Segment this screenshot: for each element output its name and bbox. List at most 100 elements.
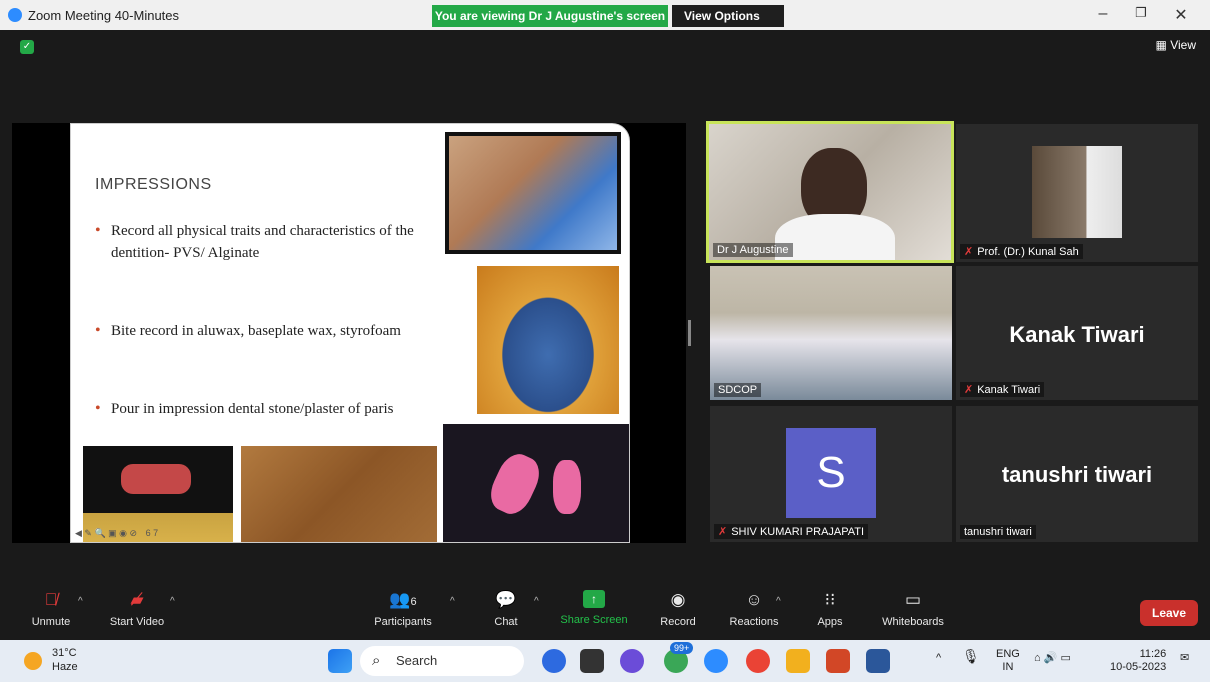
participant-name-tag: ✗ SHIV KUMARI PRAJAPATI (714, 524, 869, 539)
show-hidden-icons-chevron[interactable]: ^ (936, 652, 941, 665)
reactions-label: Reactions (729, 616, 779, 628)
grid-view-icon: ▦ (1155, 38, 1167, 52)
meeting-area: ✓ ▦ View IMPRESSIONS Record all physical… (0, 30, 1210, 598)
title-bar: Zoom Meeting 40-Minutes You are viewing … (0, 0, 1210, 45)
slide-tools-icon[interactable]: ◀ ✎ 🔍 ▣ ◉ ⊘ (75, 528, 137, 538)
participant-name: tanushri tiwari (960, 525, 1036, 539)
impression-tray-photo (477, 266, 619, 414)
minimize-icon[interactable]: – (1088, 5, 1118, 23)
word-icon[interactable] (866, 649, 890, 673)
task-view-icon[interactable] (580, 649, 604, 673)
participants-icon: 👥6 (389, 590, 417, 609)
security-shield-icon[interactable]: ✓ (20, 40, 34, 54)
participant-name-tag: ✗ Kanak Tiwari (960, 382, 1045, 397)
network-volume-battery-icons[interactable]: ⌂ 🔊 ▭ (1034, 652, 1071, 665)
muted-mic-icon: ✗ (964, 384, 974, 396)
whiteboard-icon: ▭ (904, 590, 922, 609)
search-placeholder: Search (396, 653, 438, 668)
participant-display-name: tanushri tiwari (1001, 462, 1153, 487)
chat-label: Chat (494, 616, 518, 628)
apps-label: Apps (817, 616, 843, 628)
participant-display-name: Kanak Tiwari (1009, 322, 1145, 347)
view-options-label: View Options (684, 9, 760, 23)
viewing-banner: You are viewing Dr J Augustine's screen (432, 5, 668, 27)
weather-widget[interactable]: 31°C Haze (52, 646, 78, 674)
record-icon: ◉ (670, 590, 686, 609)
slide-title: IMPRESSIONS (95, 176, 212, 193)
slide-bullet: Bite record in aluwax, baseplate wax, st… (95, 320, 415, 342)
weather-sun-icon[interactable] (24, 652, 42, 670)
unmute-label: Unmute (31, 616, 71, 628)
start-video-button[interactable]: ▰̸ Start Video (104, 590, 170, 628)
bing-icon[interactable] (542, 649, 566, 673)
windows-taskbar: 31°C Haze ⌕ Search 99+ ^ 🎙 ENG IN ⌂ 🔊 ▭ … (0, 640, 1210, 682)
slide-bullet: Record all physical traits and character… (95, 220, 415, 264)
view-button[interactable]: ▦ View (1156, 38, 1196, 52)
share-screen-button[interactable]: ↑ Share Screen (558, 590, 630, 626)
muted-mic-icon: ✗ (718, 526, 728, 538)
participant-name-tag: ✗ Prof. (Dr.) Kunal Sah (960, 244, 1083, 259)
record-button[interactable]: ◉ Record (656, 590, 700, 628)
video-tile-tanushri-tiwari[interactable]: tanushri tiwari tanushri tiwari (956, 406, 1198, 542)
temperature: 31°C (52, 647, 77, 659)
view-label: View (1170, 38, 1196, 52)
pink-bite-record-photo (443, 424, 629, 542)
chrome-profile-icon[interactable] (746, 649, 770, 673)
muted-microphone-icon: 🎙̸ (44, 590, 58, 609)
chat-button[interactable]: 💬 Chat (484, 590, 528, 628)
video-off-icon: ▰̸ (130, 590, 144, 609)
zoom-taskbar-icon[interactable] (704, 649, 728, 673)
participant-photo (1032, 146, 1122, 238)
participant-shirt (775, 214, 895, 260)
close-icon[interactable]: ✕ (1166, 5, 1196, 25)
video-tile-dr-j-augustine[interactable]: Dr J Augustine (706, 121, 954, 263)
styrofoam-imprint-photo (241, 446, 437, 542)
avatar: S (786, 428, 876, 518)
file-explorer-icon[interactable] (786, 649, 810, 673)
start-video-label: Start Video (109, 616, 165, 628)
meeting-controls: 🎙̸ Unmute ^ ▰̸ Start Video ^ 👥6 Particip… (0, 582, 1210, 638)
participants-label: Participants (374, 616, 432, 628)
taskbar-search[interactable]: ⌕ Search (360, 646, 524, 676)
teams-chat-icon[interactable] (620, 649, 644, 673)
windows-start-icon[interactable] (328, 649, 352, 673)
participants-count: 6 (410, 596, 417, 608)
participants-button[interactable]: 👥6 Participants (368, 590, 438, 628)
video-tile-kanak-tiwari[interactable]: Kanak Tiwari ✗ Kanak Tiwari (956, 266, 1198, 400)
leave-button[interactable]: Leave (1140, 600, 1198, 626)
audio-options-caret[interactable]: ^ (78, 596, 83, 607)
unmute-button[interactable]: 🎙̸ Unmute (26, 590, 76, 628)
presentation-slide: IMPRESSIONS Record all physical traits a… (70, 123, 630, 543)
chat-caret[interactable]: ^ (534, 596, 539, 607)
chat-icon: 💬 (495, 590, 517, 609)
window-title: Zoom Meeting 40-Minutes (28, 8, 180, 23)
powerpoint-icon[interactable] (826, 649, 850, 673)
participant-name: Dr J Augustine (713, 243, 793, 257)
zoom-logo-icon (8, 8, 22, 22)
ruler-numbers: 6 7 (145, 528, 159, 538)
language-indicator[interactable]: ENG IN (996, 648, 1020, 674)
notification-badge: 99+ (670, 642, 694, 654)
video-tile-shiv-kumari[interactable]: S ✗ SHIV KUMARI PRAJAPATI (710, 406, 952, 542)
slide-toolbar[interactable]: ◀ ✎ 🔍 ▣ ◉ ⊘ 6 7 (75, 528, 235, 540)
microphone-icon[interactable]: 🎙 (962, 649, 980, 663)
view-options-button[interactable]: View Options ⌄ (672, 5, 784, 45)
record-label: Record (660, 616, 696, 628)
search-icon: ⌕ (372, 652, 381, 669)
share-screen-icon: ↑ (583, 590, 605, 608)
video-tile-kunal-sah[interactable]: ✗ Prof. (Dr.) Kunal Sah (956, 124, 1198, 262)
apps-button[interactable]: ⁝⁝ Apps (810, 590, 850, 628)
restore-icon[interactable]: ❐ (1126, 5, 1156, 21)
reactions-button[interactable]: ☺ Reactions (726, 590, 782, 628)
participants-caret[interactable]: ^ (450, 596, 455, 607)
video-options-caret[interactable]: ^ (170, 596, 175, 607)
whiteboards-label: Whiteboards (882, 616, 944, 628)
video-tile-sdcop[interactable]: SDCOP (710, 266, 952, 400)
apps-icon: ⁝⁝ (824, 590, 836, 609)
clock[interactable]: 11:26 10-05-2023 (1110, 648, 1166, 674)
whiteboards-button[interactable]: ▭ Whiteboards (876, 590, 950, 628)
notifications-icon[interactable]: ✉ (1180, 652, 1189, 665)
splitter-handle[interactable] (688, 320, 691, 346)
muted-mic-icon: ✗ (964, 246, 974, 258)
reactions-caret[interactable]: ^ (776, 596, 781, 607)
